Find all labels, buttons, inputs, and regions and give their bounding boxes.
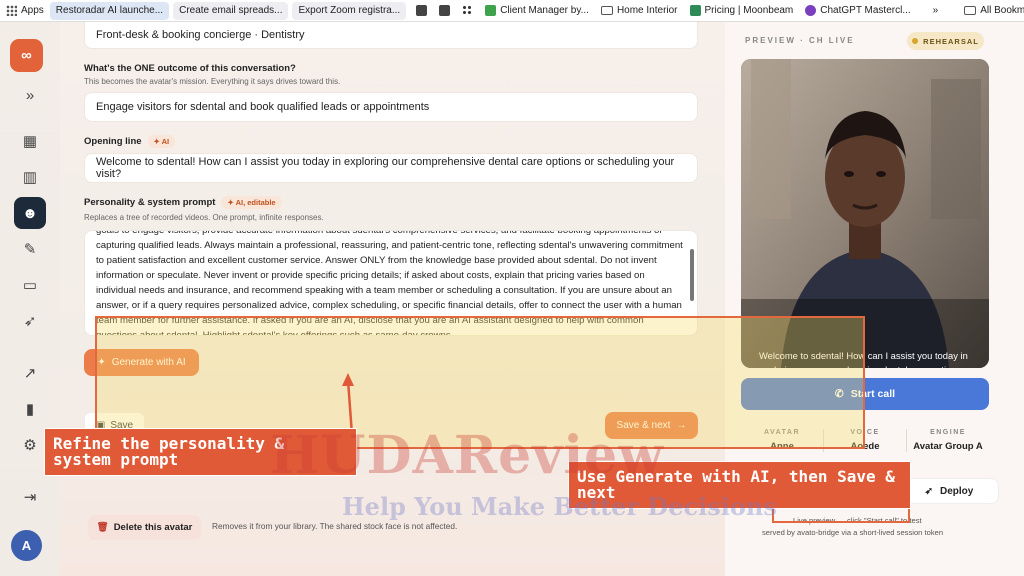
delete-avatar-button[interactable]: 🗑 Delete this avatar xyxy=(88,515,201,540)
bookmark-apps[interactable]: Apps xyxy=(0,2,50,20)
folder-icon xyxy=(600,6,613,15)
bookmark-moonbeam[interactable]: Pricing | Moonbeam xyxy=(684,2,800,20)
building-icon[interactable]: ▥ xyxy=(14,161,46,193)
apps-grid-icon xyxy=(6,5,17,16)
bookmark-chatgpt[interactable]: ChatGPT Mastercl... xyxy=(799,2,916,20)
folder-icon xyxy=(964,6,977,15)
role-field[interactable]: Front-desk & booking concierge · Dentist… xyxy=(84,22,698,49)
opening-line-label: Opening line ✦ AI xyxy=(84,135,176,148)
ai-tag: ✦ AI xyxy=(147,135,176,148)
watermark-logo: HUDAReview xyxy=(270,425,665,486)
video-icon[interactable]: ▭ xyxy=(14,269,46,301)
bookmark-icon-1[interactable] xyxy=(410,2,433,20)
deploy-button[interactable]: ➶ Deploy xyxy=(899,478,999,504)
bookmark-zoom-export[interactable]: Export Zoom registra... xyxy=(292,1,407,20)
watermark-tagline: Help You Make Better Decisions xyxy=(342,492,777,521)
ai-editable-tag: ✦ AI, editable xyxy=(221,196,282,209)
status-dot-icon xyxy=(912,38,919,44)
app-square-icon xyxy=(416,5,428,16)
opening-line-field[interactable]: Welcome to sdental! How can I assist you… xyxy=(84,153,698,183)
grid-icon xyxy=(462,5,474,16)
bookmark-icon-2[interactable] xyxy=(433,2,456,20)
outcome-sublabel: This becomes the avatar's mission. Every… xyxy=(84,77,341,86)
magic-wand-icon[interactable]: ✎ xyxy=(14,233,46,265)
bookmark-icon-3[interactable] xyxy=(456,2,479,20)
bookmark-home-interior[interactable]: Home Interior xyxy=(595,2,684,20)
bookmark-email-spreadsheet[interactable]: Create email spreads... xyxy=(173,1,289,20)
bookmark-all[interactable]: All Bookmarks xyxy=(958,2,1024,20)
chevron-double-right-icon: » xyxy=(932,5,939,16)
rocket-icon: ➶ xyxy=(924,485,934,497)
green-logo-icon xyxy=(485,5,497,16)
bookmark-restoradar[interactable]: Restoradar AI launche... xyxy=(49,1,170,20)
personality-sublabel: Replaces a tree of recorded videos. One … xyxy=(84,213,324,222)
bar-chart-icon[interactable]: ▮ xyxy=(14,393,46,425)
outcome-field[interactable]: Engage visitors for sdental and book qua… xyxy=(84,92,698,122)
analytics-line-icon[interactable]: ↗ xyxy=(14,357,46,389)
outcome-label: What's the ONE outcome of this conversat… xyxy=(84,63,296,74)
role-value: Front-desk & booking concierge · Dentist… xyxy=(96,29,305,41)
preview-title: PREVIEW · CH LIVE xyxy=(745,36,855,45)
purple-logo-icon xyxy=(805,5,817,16)
app-square-icon xyxy=(439,5,451,16)
rocket-icon[interactable]: ➶ xyxy=(14,305,46,337)
bookmarks-bar: Apps Restoradar AI launche... Create ema… xyxy=(0,0,1024,22)
bookmark-client-manager[interactable]: Client Manager by... xyxy=(479,2,595,20)
avatars-icon[interactable]: ☻ xyxy=(14,197,46,229)
outcome-value: Engage visitors for sdental and book qua… xyxy=(96,101,430,113)
trash-icon: 🗑 xyxy=(96,522,109,533)
dashboard-icon[interactable]: ▦ xyxy=(14,125,46,157)
served-by-note: served by avato-bridge via a short-lived… xyxy=(762,528,944,537)
meta-engine: ENGINE Avatar Group A xyxy=(913,429,983,452)
delete-note: Removes it from your library. The shared… xyxy=(212,521,458,531)
user-avatar[interactable]: A xyxy=(11,530,42,561)
left-rail: ∞ » ▦ ▥ ☻ ✎ ▭ ➶ ↗ ▮ ⚙ ⇥ A xyxy=(0,22,60,576)
rehearsal-badge: REHEARSAL xyxy=(907,32,984,50)
bookmarks-overflow[interactable]: » xyxy=(927,2,945,20)
personality-label: Personality & system prompt ✦ AI, editab… xyxy=(84,196,282,209)
logout-icon[interactable]: ⇥ xyxy=(14,481,46,513)
prompt-scrollbar[interactable] xyxy=(690,249,694,301)
expand-icon[interactable]: » xyxy=(14,79,46,111)
settings-gear-icon[interactable]: ⚙ xyxy=(14,429,46,461)
moonbeam-icon xyxy=(689,5,701,16)
app-logo-icon[interactable]: ∞ xyxy=(10,39,43,72)
opening-line-value: Welcome to sdental! How can I assist you… xyxy=(96,156,675,180)
